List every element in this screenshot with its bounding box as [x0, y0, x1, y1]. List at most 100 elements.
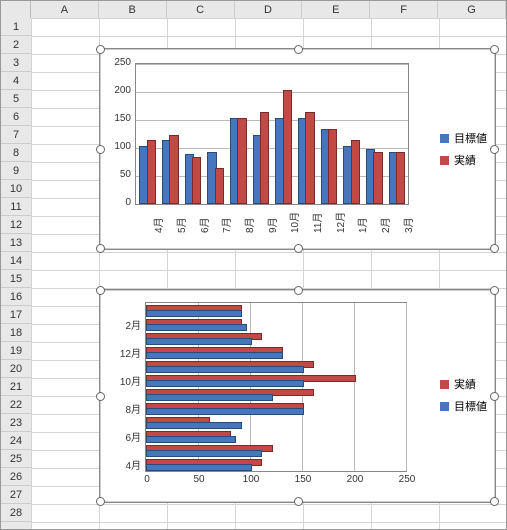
- row-header[interactable]: 26: [1, 468, 31, 486]
- row-header[interactable]: 5: [1, 90, 31, 108]
- row-header[interactable]: 16: [1, 288, 31, 306]
- bar: [305, 112, 314, 204]
- row-headers: 1234567891011121314151617181920212223242…: [1, 18, 32, 529]
- chart-object-1[interactable]: 目標値 実績 0501001502002504月5月6月7月8月9月10月11月…: [99, 48, 496, 250]
- bar: [146, 310, 242, 317]
- row-header[interactable]: 19: [1, 342, 31, 360]
- x-tick-label: 9月: [264, 217, 279, 233]
- bar: [373, 152, 382, 204]
- bar: [146, 352, 283, 359]
- row-header[interactable]: 17: [1, 306, 31, 324]
- spreadsheet[interactable]: ABCDEFG 12345678910111213141516171819202…: [1, 1, 506, 529]
- x-tick-label: 12月: [332, 212, 347, 233]
- x-tick-label: 11月: [309, 213, 324, 233]
- row-header[interactable]: 15: [1, 270, 31, 288]
- x-tick-label: 6月: [196, 217, 211, 233]
- row-header[interactable]: 9: [1, 162, 31, 180]
- row-header[interactable]: 24: [1, 432, 31, 450]
- row-header[interactable]: 12: [1, 216, 31, 234]
- chart2-plot-area: [145, 302, 407, 472]
- column-header[interactable]: C: [167, 1, 235, 18]
- chart-object-2[interactable]: 実績 目標値 0501001502002504月6月8月10月12月2月: [99, 289, 496, 503]
- bar: [146, 394, 273, 401]
- legend-label: 目標値: [454, 130, 487, 146]
- x-tick-label: 3月: [400, 217, 415, 233]
- bar: [192, 157, 201, 204]
- legend-label: 実績: [454, 376, 476, 392]
- row-header[interactable]: 10: [1, 180, 31, 198]
- row-header[interactable]: 1: [1, 18, 31, 36]
- row-header[interactable]: 18: [1, 324, 31, 342]
- column-header[interactable]: G: [438, 1, 506, 18]
- column-header[interactable]: A: [31, 1, 99, 18]
- x-tick-label: 0: [135, 474, 159, 485]
- bar: [146, 380, 304, 387]
- row-header[interactable]: 21: [1, 378, 31, 396]
- y-tick-label: 0: [103, 197, 131, 208]
- column-header[interactable]: D: [235, 1, 303, 18]
- bar: [351, 140, 360, 204]
- bar: [169, 135, 178, 204]
- row-header[interactable]: 3: [1, 54, 31, 72]
- column-header[interactable]: F: [370, 1, 438, 18]
- row-header[interactable]: 4: [1, 72, 31, 90]
- x-tick-label: 50: [187, 474, 211, 485]
- legend-swatch-red: [440, 156, 449, 165]
- x-tick-label: 4月: [150, 217, 165, 233]
- bar: [146, 366, 304, 373]
- row-header[interactable]: 27: [1, 486, 31, 504]
- bar: [396, 152, 405, 204]
- bar: [146, 464, 252, 471]
- row-header[interactable]: 14: [1, 252, 31, 270]
- y-tick-label: 250: [103, 57, 131, 68]
- legend-item: 実績: [440, 376, 487, 392]
- legend-label: 実績: [454, 152, 476, 168]
- column-header[interactable]: E: [302, 1, 370, 18]
- y-tick-label: 8月: [107, 401, 141, 416]
- row-header[interactable]: 25: [1, 450, 31, 468]
- y-tick-label: 200: [103, 85, 131, 96]
- select-all-corner[interactable]: [1, 1, 31, 18]
- bar: [215, 168, 224, 204]
- y-tick-label: 50: [103, 169, 131, 180]
- row-header[interactable]: 22: [1, 396, 31, 414]
- row-header[interactable]: 7: [1, 126, 31, 144]
- bar: [237, 118, 246, 204]
- chart1-legend: 目標値 実績: [440, 124, 487, 174]
- x-tick-label: 8月: [241, 217, 256, 233]
- x-tick-label: 5月: [173, 217, 188, 233]
- y-tick-label: 10月: [107, 373, 141, 388]
- bar: [146, 422, 242, 429]
- y-tick-label: 12月: [107, 345, 141, 360]
- y-tick-label: 6月: [107, 429, 141, 444]
- legend-item: 実績: [440, 152, 487, 168]
- row-header[interactable]: 20: [1, 360, 31, 378]
- bar: [146, 338, 252, 345]
- column-headers: ABCDEFG: [1, 1, 506, 19]
- legend-swatch-red: [440, 380, 449, 389]
- y-tick-label: 4月: [107, 457, 141, 472]
- bar: [260, 112, 269, 204]
- bar: [146, 450, 262, 457]
- legend-swatch-blue: [440, 402, 449, 411]
- x-tick-label: 1月: [354, 217, 369, 233]
- row-header[interactable]: 6: [1, 108, 31, 126]
- row-header[interactable]: 23: [1, 414, 31, 432]
- x-tick-label: 10月: [286, 212, 301, 233]
- row-header[interactable]: 13: [1, 234, 31, 252]
- bar: [146, 324, 247, 331]
- column-header[interactable]: B: [99, 1, 167, 18]
- y-tick-label: 2月: [107, 317, 141, 332]
- row-header[interactable]: 2: [1, 36, 31, 54]
- bar: [283, 90, 292, 204]
- legend-item: 目標値: [440, 398, 487, 414]
- x-tick-label: 2月: [377, 217, 392, 233]
- row-header[interactable]: 8: [1, 144, 31, 162]
- row-header[interactable]: 11: [1, 198, 31, 216]
- x-tick-label: 150: [291, 474, 315, 485]
- y-tick-label: 150: [103, 113, 131, 124]
- y-tick-label: 100: [103, 141, 131, 152]
- x-tick-label: 200: [343, 474, 367, 485]
- row-header[interactable]: 28: [1, 504, 31, 522]
- bar: [147, 140, 156, 204]
